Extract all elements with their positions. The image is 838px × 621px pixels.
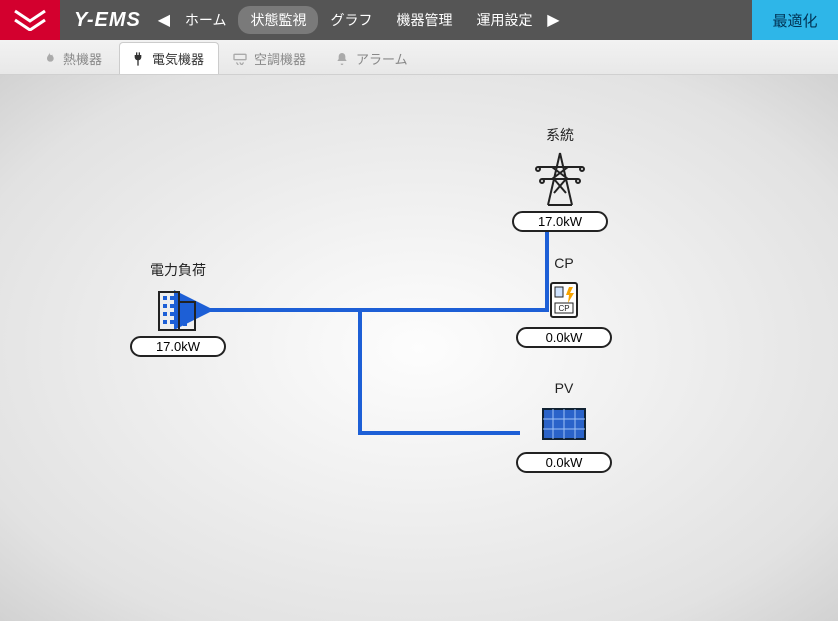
- node-load-label: 電力負荷: [150, 260, 206, 280]
- tab-heat-label: 熱機器: [63, 49, 102, 68]
- nav-next[interactable]: ▶: [544, 10, 562, 30]
- brand-logo: [0, 0, 60, 40]
- node-cp-value: 0.0kW: [516, 327, 612, 348]
- nav-monitor[interactable]: 状態監視: [238, 6, 318, 34]
- plug-icon: [130, 51, 146, 67]
- nav-prev[interactable]: ◀: [155, 10, 173, 30]
- node-cp-label: CP: [554, 255, 573, 271]
- node-load-value: 17.0kW: [130, 336, 226, 357]
- tab-alarm-label: アラーム: [356, 49, 408, 68]
- cogen-icon: CP: [539, 275, 589, 325]
- tab-hvac-label: 空調機器: [254, 49, 306, 68]
- top-bar: Y-EMS ◀ ホーム 状態監視 グラフ 機器管理 運用設定 ▶ 最適化: [0, 0, 838, 40]
- node-grid-label: 系統: [546, 125, 574, 145]
- tab-elec-label: 電気機器: [152, 49, 204, 68]
- tab-hvac[interactable]: 空調機器: [221, 42, 321, 74]
- node-pv-value: 0.0kW: [516, 452, 612, 473]
- pylon-icon: [530, 149, 590, 209]
- nav-operation-settings[interactable]: 運用設定: [464, 6, 544, 34]
- node-grid: 系統 17.0kW: [512, 125, 608, 232]
- node-load: 電力負荷 17.0kW: [130, 260, 226, 357]
- bell-icon: [334, 51, 350, 67]
- nav-device-mgmt[interactable]: 機器管理: [384, 6, 464, 34]
- building-icon: [153, 284, 203, 334]
- optimize-button[interactable]: 最適化: [752, 0, 838, 40]
- tab-alarm[interactable]: アラーム: [323, 42, 423, 74]
- node-grid-value: 17.0kW: [512, 211, 608, 232]
- node-cp: CP CP 0.0kW: [516, 255, 612, 348]
- logo-chevrons-icon: [13, 9, 47, 31]
- node-pv: PV 0.0kW: [516, 380, 612, 473]
- tab-heat[interactable]: 熱機器: [30, 42, 117, 74]
- brand-name: Y-EMS: [74, 9, 141, 32]
- sub-tab-bar: 熱機器 電気機器 空調機器 アラーム: [0, 40, 838, 75]
- flow-canvas: 電力負荷 17.0kW 系統: [0, 75, 838, 621]
- node-pv-label: PV: [555, 380, 574, 396]
- nav-graph[interactable]: グラフ: [318, 6, 384, 34]
- hvac-icon: [232, 51, 248, 67]
- tab-elec[interactable]: 電気機器: [119, 42, 219, 74]
- nav-home[interactable]: ホーム: [173, 6, 239, 34]
- solar-panel-icon: [539, 400, 589, 450]
- svg-text:CP: CP: [558, 304, 569, 313]
- flow-lines: [0, 75, 838, 621]
- flame-icon: [41, 51, 57, 67]
